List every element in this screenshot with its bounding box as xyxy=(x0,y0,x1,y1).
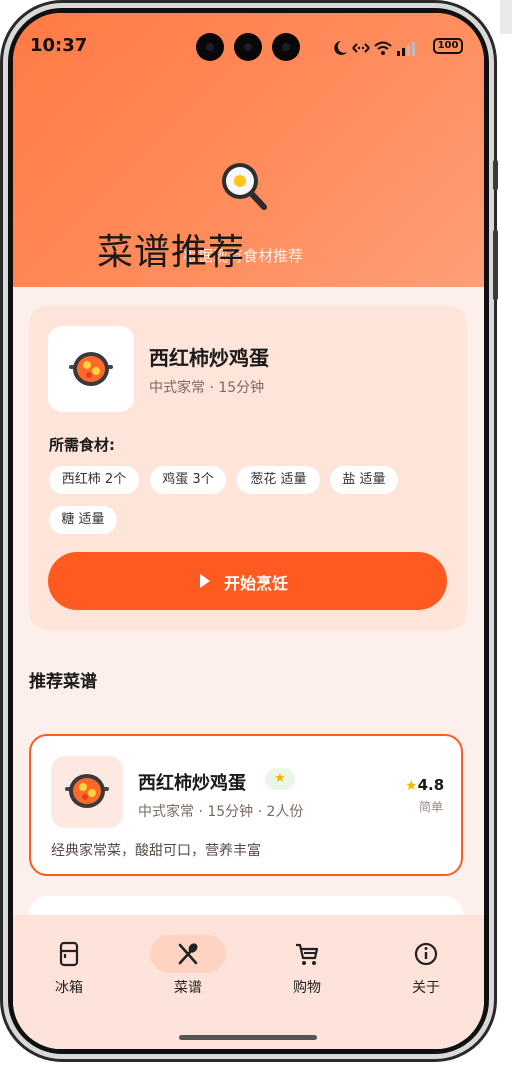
home-indicator[interactable] xyxy=(179,1035,317,1040)
utensils-icon xyxy=(178,943,198,965)
recipe-thumbnail xyxy=(51,756,123,828)
start-cooking-label: 开始烹饪 xyxy=(224,574,289,593)
play-icon xyxy=(200,574,210,588)
tab-label: 冰箱 xyxy=(55,980,83,996)
tab-label: 关于 xyxy=(412,980,440,996)
star-badge-icon: ★ xyxy=(265,768,295,790)
app-screen: 10:37 100 根据现有食材推荐 菜谱推荐 西红柿炒鸡蛋 中式家常 · 15… xyxy=(13,13,484,1049)
cart-icon xyxy=(296,943,319,965)
ingredient-chip: 鸡蛋 3个 xyxy=(150,466,226,494)
background-strip xyxy=(498,0,512,1065)
recipe-meta: 中式家常 · 15分钟 xyxy=(149,380,265,396)
power-button xyxy=(493,230,498,300)
status-time: 10:37 xyxy=(30,35,88,56)
content-scroll[interactable]: 西红柿炒鸡蛋 中式家常 · 15分钟 所需食材: 西红柿 2个 鸡蛋 3个 葱花… xyxy=(13,287,484,927)
tab-label: 菜谱 xyxy=(174,980,202,996)
star-icon: ★ xyxy=(405,778,418,794)
recipe-rating: ★4.8 xyxy=(405,776,444,794)
signal-icon xyxy=(397,51,400,56)
page-title: 菜谱推荐 xyxy=(97,232,246,273)
recipe-title: 西红柿炒鸡蛋 xyxy=(138,773,246,794)
moon-icon xyxy=(334,41,347,55)
ingredient-chip: 糖 适量 xyxy=(49,506,117,534)
rating-value: 4.8 xyxy=(417,776,445,794)
bottom-tab-bar: 冰箱 菜谱 购物 关于 xyxy=(13,915,484,1049)
start-cooking-button[interactable]: 开始烹饪 xyxy=(48,552,447,610)
recipe-title: 西红柿炒鸡蛋 xyxy=(149,346,269,370)
tomato-egg-dish-icon xyxy=(69,352,113,386)
data-transfer-icon xyxy=(352,43,370,53)
tab-shopping[interactable]: 购物 xyxy=(262,933,352,1003)
ingredients-heading: 所需食材: xyxy=(49,436,115,454)
battery-icon: 100 xyxy=(433,38,463,54)
camera-cutout xyxy=(234,33,262,61)
recipe-meta: 中式家常 · 15分钟 · 2人份 xyxy=(138,804,304,820)
tab-label: 购物 xyxy=(293,980,321,996)
frying-pan-egg-icon xyxy=(218,159,274,215)
ingredient-chip: 西红柿 2个 xyxy=(49,466,139,494)
fridge-icon xyxy=(59,941,79,967)
ingredient-chip: 盐 适量 xyxy=(330,466,398,494)
ingredient-chip: 葱花 适量 xyxy=(237,466,320,494)
camera-cutout xyxy=(196,33,224,61)
window-tab xyxy=(500,0,512,34)
section-title: 推荐菜谱 xyxy=(29,672,97,692)
tab-fridge[interactable]: 冰箱 xyxy=(24,933,114,1003)
tab-about[interactable]: 关于 xyxy=(381,933,471,1003)
recipe-difficulty: 简单 xyxy=(419,800,444,814)
status-bar: 10:37 100 xyxy=(13,13,484,73)
tomato-egg-dish-icon xyxy=(65,774,109,808)
camera-cutout xyxy=(272,33,300,61)
recipe-list-item[interactable]: 西红柿炒鸡蛋 ★ 中式家常 · 15分钟 · 2人份 ★4.8 简单 经典家常菜… xyxy=(29,734,463,876)
volume-button xyxy=(493,160,498,190)
header: 10:37 100 根据现有食材推荐 菜谱推荐 xyxy=(13,13,484,287)
status-icons xyxy=(334,41,415,56)
tab-recipes[interactable]: 菜谱 xyxy=(143,933,233,1003)
recipe-description: 经典家常菜，酸甜可口，营养丰富 xyxy=(51,843,261,859)
wifi-icon xyxy=(374,41,392,47)
featured-recipe-card: 西红柿炒鸡蛋 中式家常 · 15分钟 所需食材: 西红柿 2个 鸡蛋 3个 葱花… xyxy=(29,306,467,630)
info-icon xyxy=(414,942,438,966)
recipe-thumbnail xyxy=(48,326,134,412)
